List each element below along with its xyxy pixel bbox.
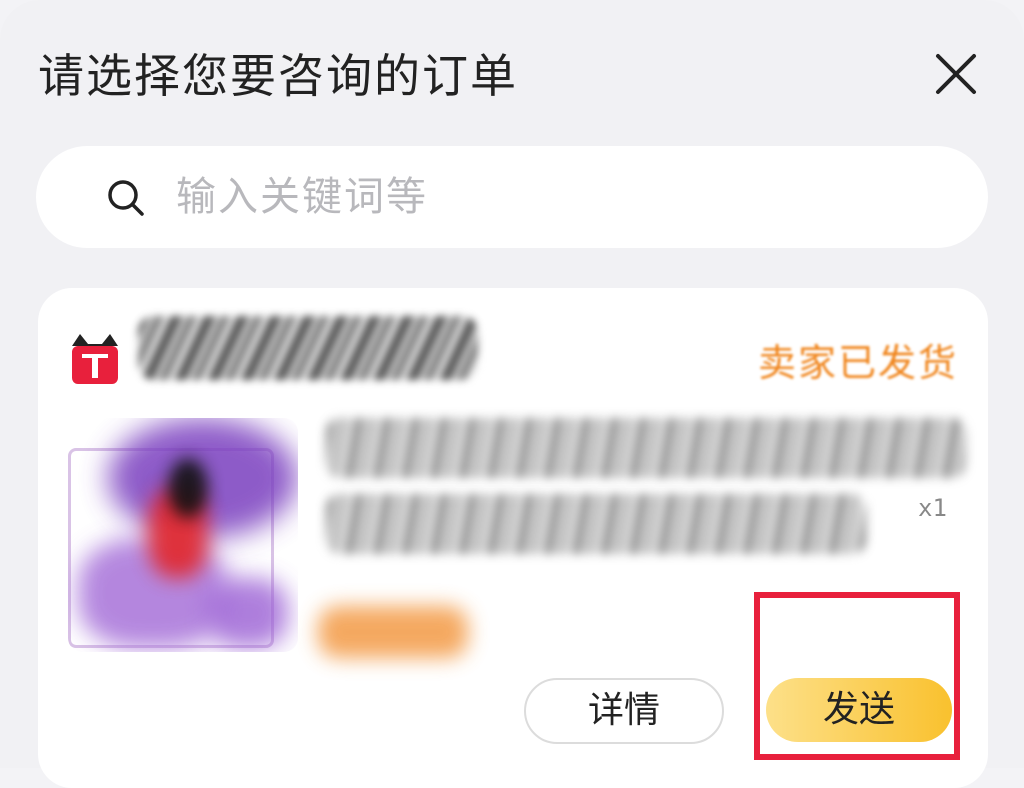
search-input[interactable] <box>174 166 958 228</box>
product-title-redacted <box>326 418 966 478</box>
quantity-label: x1 <box>918 494 947 522</box>
dialog-title: 请选择您要咨询的订单 <box>38 49 518 103</box>
order-select-dialog: 请选择您要咨询的订单 卖家已发货 x1 <box>0 0 1024 788</box>
tmall-cat-icon <box>72 334 118 384</box>
price-redacted <box>318 606 468 658</box>
order-card[interactable]: 卖家已发货 x1 详情 发送 <box>38 288 988 788</box>
close-icon[interactable] <box>928 46 984 102</box>
send-button[interactable]: 发送 <box>766 678 952 742</box>
product-spec-redacted <box>326 494 866 554</box>
search-bar[interactable] <box>36 146 988 248</box>
shop-name-redacted <box>138 316 478 380</box>
order-status: 卖家已发货 <box>758 341 959 385</box>
search-icon <box>108 180 144 216</box>
detail-button[interactable]: 详情 <box>524 678 724 744</box>
product-thumbnail[interactable] <box>68 418 298 652</box>
